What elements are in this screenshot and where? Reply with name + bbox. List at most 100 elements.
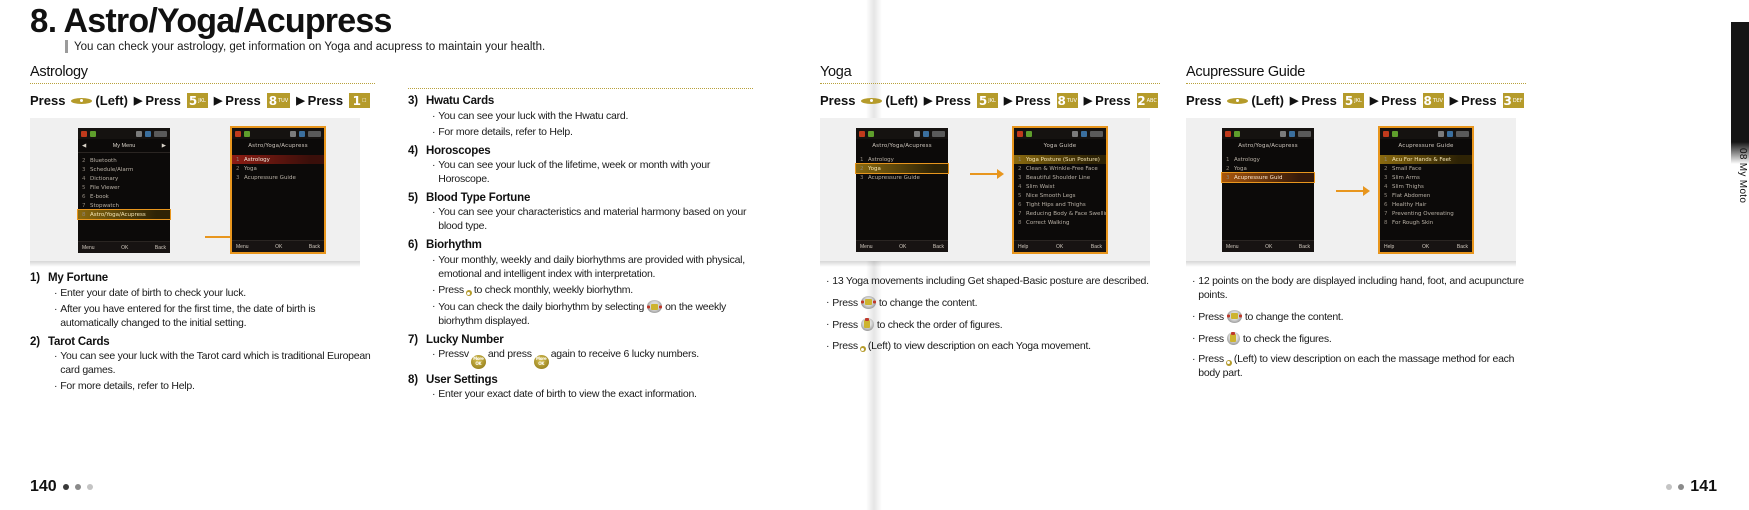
list-item: 1 Astrology	[860, 156, 894, 163]
phone-menu-list: 1 Astrology 2 Yoga 3 Acupressure Guid	[1221, 152, 1315, 240]
list-item-selected: 2 Yoga	[855, 163, 949, 174]
bullet: · 12 points on the body are displayed inc…	[1192, 275, 1524, 301]
subtitle-text: You can check your astrology, get inform…	[74, 40, 546, 53]
press-label: Press	[225, 93, 261, 108]
folio-dot-icon	[86, 484, 93, 490]
softkey-right: Back	[1298, 243, 1310, 250]
press-sequence-yoga: Press (Left) ▶ Press 5 JKL ▶ Press 8 TUV ▶…	[820, 93, 1160, 108]
list-item: 4 Slim Thighs	[1384, 183, 1424, 190]
flow-arrow-icon	[205, 232, 237, 242]
network-icon	[90, 130, 96, 137]
press-label: Press	[145, 93, 181, 108]
list-item: 3 Beautiful Shoulder Line	[1018, 174, 1091, 181]
signal-icon	[81, 130, 87, 137]
list-item: 7 Reducing Body & Face Swelling	[1018, 210, 1106, 217]
phone-title: Astro/Yoga/Acupress	[248, 142, 308, 149]
softkey-bar: Menu OK Back	[856, 240, 948, 252]
phone-title: Astro/Yoga/Acupress	[1238, 142, 1298, 149]
phone-screen-my-menu: ◀ My Menu ▶ 2 Bluetooth 3 Schedule/Alarm 4…	[77, 128, 171, 253]
list-item-selected: 1 Yoga Posture (Sun Posture)	[1014, 155, 1106, 164]
bullet: · After you have entered for the first ti…	[54, 302, 316, 329]
phone-menu-list: 1 Acu For Hands & Feet 2 Small Face 3 Slim …	[1380, 152, 1472, 240]
list-item: 6 Healthy Hair	[1384, 201, 1427, 208]
softkey-left: Menu	[860, 243, 873, 250]
signal-icon	[235, 130, 241, 137]
softkey-mid: OK	[121, 244, 129, 251]
battery-icon	[1298, 130, 1311, 137]
list-item: 6 Tight Hips and Thighs	[1018, 201, 1086, 208]
chevron-right-icon: ▶	[161, 142, 166, 149]
flow-arrow-icon	[1336, 186, 1370, 196]
screenshot-panel-acupressure: Astro/Yoga/Acupress 1 Astrology 2 Yoga 3 Ac…	[1186, 118, 1516, 267]
folio-dot-icon	[1678, 484, 1685, 490]
bullet: · 13 Yoga movements including Get shaped-…	[826, 275, 1149, 287]
list-item: 2 Yoga	[236, 165, 257, 172]
list-item: 5 Nice Smooth Legs	[1018, 192, 1076, 199]
folio-dot-icon	[62, 484, 69, 490]
press-label: Press	[1015, 93, 1051, 108]
section-yoga: Yoga Press (Left) ▶ Press 5 JKL ▶ Press 8…	[820, 64, 1160, 353]
item-heading: 6) Biorhythm	[408, 239, 482, 252]
bullet: · Enter your exact date of birth to view …	[432, 388, 697, 401]
list-item: 2 Yoga	[1226, 165, 1247, 172]
status-bar	[78, 128, 170, 139]
list-item: 2 Small Face	[1384, 165, 1422, 172]
left-label: (Left)	[95, 93, 128, 108]
bullet-with-nav-up-icon: · Press to check the order of figures.	[826, 317, 1003, 331]
bullet-with-nav-icon: · You can check the daily biorhythm by s…	[432, 300, 727, 328]
manual-page-spread: 8. Astro/Yoga/Acupress You can check you…	[0, 0, 1749, 510]
network-icon	[1026, 130, 1032, 137]
arrow-icon: ▶	[1083, 95, 1093, 107]
bullet-with-key: · Press (Left) to view description on each…	[1192, 353, 1515, 380]
left-label: (Left)	[1251, 93, 1284, 108]
divider	[1186, 83, 1526, 84]
list-item: 6 E-book	[82, 193, 109, 200]
bullet: · For more details, refer to Help.	[54, 380, 195, 393]
side-tab-rail: 08 My Moto	[1731, 0, 1749, 510]
message-icon	[1447, 130, 1453, 137]
bullet-with-nav-icon: · Press to change the content.	[1192, 309, 1344, 323]
navigation-key-icon	[647, 300, 663, 314]
phone-screen-astro-menu-acu: Astro/Yoga/Acupress 1 Astrology 2 Yoga 3 Ac…	[1221, 128, 1315, 252]
list-item: 3 Acupressure Guide	[236, 174, 296, 181]
press-label: Press	[820, 93, 856, 108]
lock-icon	[290, 130, 296, 137]
softkey-right: Back	[154, 244, 166, 251]
list-item: 8 For Rough Skin	[1384, 219, 1434, 226]
signal-icon	[1383, 130, 1389, 137]
side-tab-label: 08 My Moto	[1737, 148, 1748, 204]
bullet: · You can see your luck with the Tarot ca…	[54, 350, 371, 376]
list-item: 6) Biorhythm · Your monthly, weekly and d…	[408, 239, 753, 329]
list-item: 7 Preventing Overeating	[1384, 210, 1454, 217]
navigation-up-key-icon	[1226, 331, 1240, 345]
lock-icon	[914, 130, 920, 137]
list-item: 2 Clean & Wrinkle-Free Face	[1018, 165, 1098, 172]
softkey-left: Help	[1384, 243, 1395, 250]
left-label: (Left)	[885, 93, 918, 108]
chapter-number: 8.	[30, 2, 57, 39]
key-2-icon: 2 ABC	[1136, 93, 1158, 108]
list-item: 4 Dictionary	[82, 175, 119, 182]
section-title-yoga: Yoga	[820, 64, 852, 80]
status-bar	[1014, 128, 1106, 139]
phone-navbar: ◀ My Menu ▶	[78, 139, 170, 153]
softkey-bar: Help OK Back	[1014, 240, 1106, 252]
arrow-icon: ▶	[923, 95, 933, 107]
list-item: 8 Correct Walking	[1018, 219, 1070, 226]
status-bar	[232, 128, 324, 139]
navigation-key-icon	[860, 295, 876, 309]
key-1-icon: 1 ☐	[349, 93, 371, 108]
softkey-right: Back	[308, 243, 320, 250]
list-item-selected: 1 Acu For Hands & Feet	[1380, 155, 1472, 164]
lock-icon	[1438, 130, 1444, 137]
list-item: 3 Slim Arms	[1384, 174, 1420, 181]
softkey-right: Back	[1456, 243, 1468, 250]
bullet: · You can see your characteristics and ma…	[432, 206, 747, 233]
bullet: · For more details, refer to Help.	[432, 125, 573, 138]
key-center-icon	[861, 97, 883, 104]
softkey-right: Back	[932, 243, 944, 250]
lock-icon	[136, 130, 142, 137]
section-title-astrology: Astrology	[30, 64, 88, 80]
list-item: 3) Hwatu Cards · You can see your luck wi…	[408, 95, 753, 140]
astrology-item-list-left: 1) My Fortune · Enter your date of birth …	[30, 272, 375, 394]
